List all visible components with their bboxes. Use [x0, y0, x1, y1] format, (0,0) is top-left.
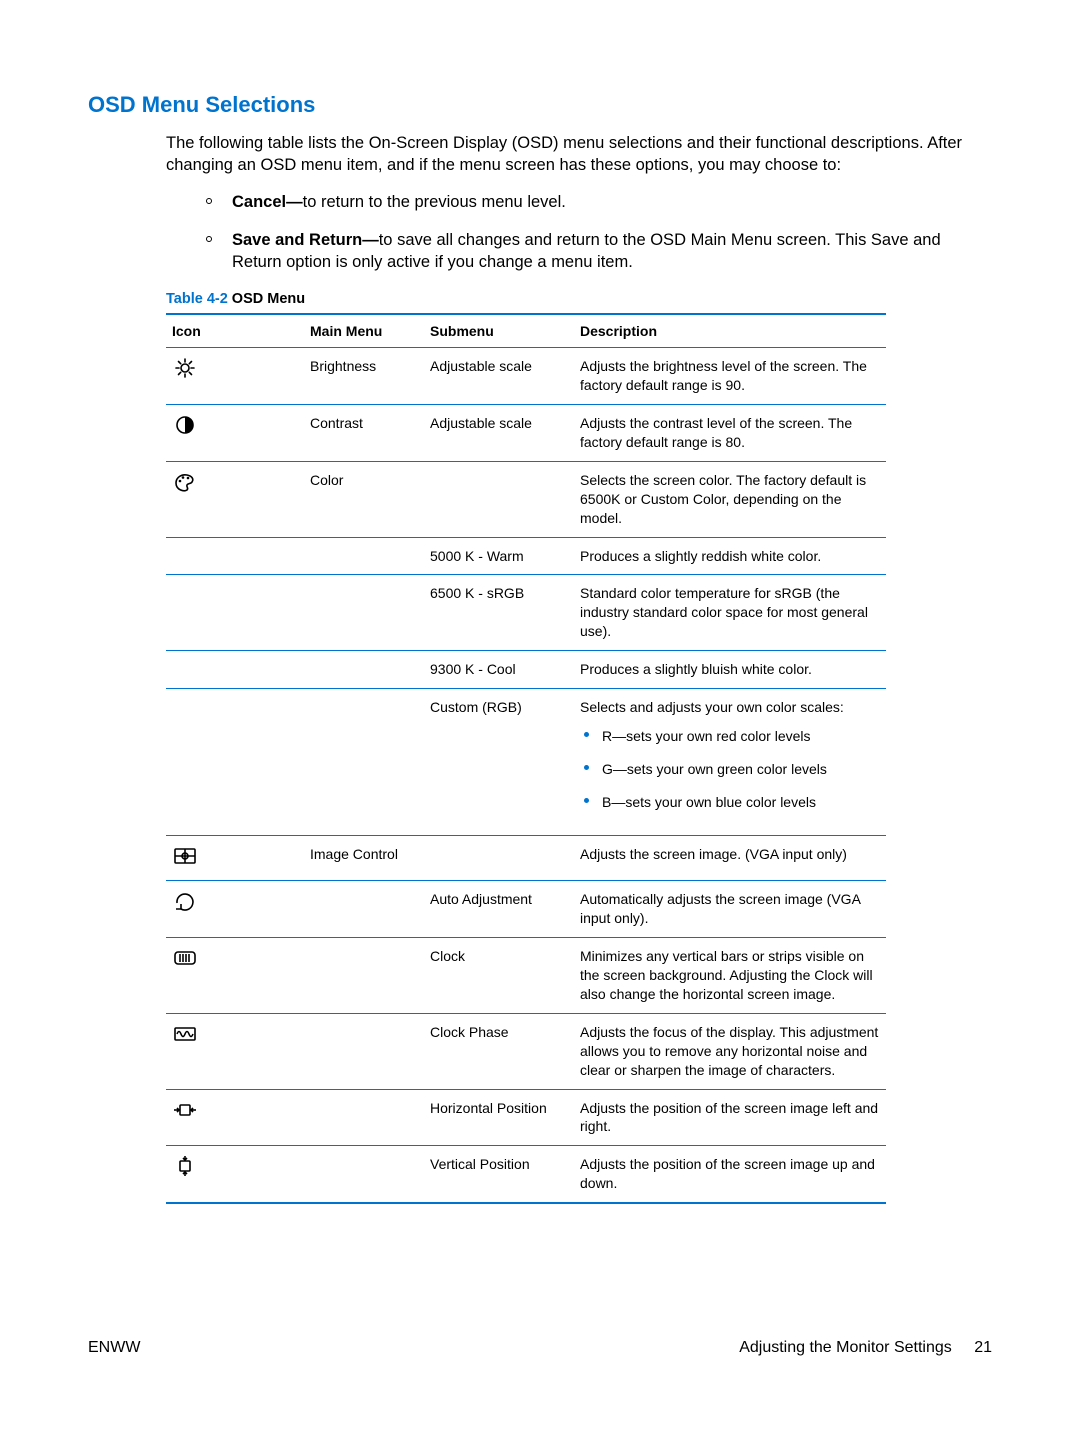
clock-phase-icon: [172, 1023, 198, 1045]
cell-desc: Produces a slightly bluish white color.: [574, 651, 886, 689]
row-6500k: 6500 K - sRGB Standard color temperature…: [166, 575, 886, 651]
osd-menu-table: Icon Main Menu Submenu Description Brigh…: [166, 313, 886, 1204]
cell-sub: Adjustable scale: [424, 405, 574, 462]
table-caption: Table 4-2 OSD Menu: [88, 291, 992, 307]
cell-main: Brightness: [304, 348, 424, 405]
cell-desc: Adjusts the focus of the display. This a…: [574, 1013, 886, 1089]
row-auto-adjustment: Auto Adjustment Automatically adjusts th…: [166, 881, 886, 938]
row-contrast: Contrast Adjustable scale Adjusts the co…: [166, 405, 886, 462]
footer-section: Adjusting the Monitor Settings: [739, 1339, 952, 1356]
cell-main: Color: [304, 461, 424, 537]
cell-main: Image Control: [304, 835, 424, 881]
vertical-position-icon: [172, 1155, 198, 1177]
cell-desc: Adjusts the contrast level of the screen…: [574, 405, 886, 462]
image-control-icon: [172, 845, 198, 867]
row-clock: Clock Minimizes any vertical bars or str…: [166, 938, 886, 1014]
cell-desc: Adjusts the brightness level of the scre…: [574, 348, 886, 405]
option-cancel-text: to return to the previous menu level.: [303, 193, 566, 211]
cell-desc: Selects the screen color. The factory de…: [574, 461, 886, 537]
row-5000k: 5000 K - Warm Produces a slightly reddis…: [166, 537, 886, 575]
option-save-bold: Save and Return—: [232, 231, 379, 249]
cell-desc: Adjusts the position of the screen image…: [574, 1089, 886, 1146]
custom-g: G—sets your own green color levels: [580, 760, 880, 779]
option-cancel-bold: Cancel—: [232, 193, 303, 211]
cell-desc: Adjusts the position of the screen image…: [574, 1146, 886, 1203]
footer-right: Adjusting the Monitor Settings 21: [739, 1339, 992, 1357]
row-clock-phase: Clock Phase Adjusts the focus of the dis…: [166, 1013, 886, 1089]
col-main-header: Main Menu: [304, 314, 424, 348]
row-brightness: Brightness Adjustable scale Adjusts the …: [166, 348, 886, 405]
col-desc-header: Description: [574, 314, 886, 348]
cell-sub: Clock: [424, 938, 574, 1014]
table-caption-label: Table 4-2: [166, 291, 228, 307]
row-color: Color Selects the screen color. The fact…: [166, 461, 886, 537]
footer-page-number: 21: [974, 1339, 992, 1356]
section-heading: OSD Menu Selections: [88, 92, 992, 118]
custom-b: B—sets your own blue color levels: [580, 793, 880, 812]
row-vertical-position: Vertical Position Adjusts the position o…: [166, 1146, 886, 1203]
contrast-icon: [172, 414, 198, 436]
cell-sub: 6500 K - sRGB: [424, 575, 574, 651]
color-icon: [172, 471, 198, 493]
horizontal-position-icon: [172, 1099, 198, 1121]
cell-sub: Vertical Position: [424, 1146, 574, 1203]
cell-sub: Horizontal Position: [424, 1089, 574, 1146]
footer-left: ENWW: [88, 1339, 140, 1357]
custom-desc-text: Selects and adjusts your own color scale…: [580, 699, 844, 715]
cell-desc: Minimizes any vertical bars or strips vi…: [574, 938, 886, 1014]
cell-sub: Adjustable scale: [424, 348, 574, 405]
col-sub-header: Submenu: [424, 314, 574, 348]
table-caption-name: OSD Menu: [228, 291, 305, 307]
row-custom-rgb: Custom (RGB) Selects and adjusts your ow…: [166, 689, 886, 836]
option-save-return: Save and Return—to save all changes and …: [206, 229, 992, 274]
cell-sub: 9300 K - Cool: [424, 651, 574, 689]
row-horizontal-position: Horizontal Position Adjusts the position…: [166, 1089, 886, 1146]
brightness-icon: [172, 357, 198, 379]
cell-sub: Clock Phase: [424, 1013, 574, 1089]
cell-sub: Custom (RGB): [424, 689, 574, 836]
cell-desc: Produces a slightly reddish white color.: [574, 537, 886, 575]
cell-desc: Standard color temperature for sRGB (the…: [574, 575, 886, 651]
auto-adjustment-icon: [172, 890, 198, 912]
clock-icon: [172, 947, 198, 969]
row-image-control: Image Control Adjusts the screen image. …: [166, 835, 886, 881]
options-list: Cancel—to return to the previous menu le…: [88, 191, 992, 274]
option-cancel: Cancel—to return to the previous menu le…: [206, 191, 992, 213]
intro-paragraph: The following table lists the On-Screen …: [88, 132, 992, 177]
page-footer: ENWW Adjusting the Monitor Settings 21: [88, 1339, 992, 1357]
cell-sub: Auto Adjustment: [424, 881, 574, 938]
cell-desc: Adjusts the screen image. (VGA input onl…: [574, 835, 886, 881]
table-header-row: Icon Main Menu Submenu Description: [166, 314, 886, 348]
col-icon-header: Icon: [166, 314, 304, 348]
cell-desc: Automatically adjusts the screen image (…: [574, 881, 886, 938]
row-9300k: 9300 K - Cool Produces a slightly bluish…: [166, 651, 886, 689]
custom-r: R—sets your own red color levels: [580, 727, 880, 746]
cell-main: Contrast: [304, 405, 424, 462]
cell-desc: Selects and adjusts your own color scale…: [574, 689, 886, 836]
cell-sub: 5000 K - Warm: [424, 537, 574, 575]
custom-rgb-list: R—sets your own red color levels G—sets …: [580, 727, 880, 812]
